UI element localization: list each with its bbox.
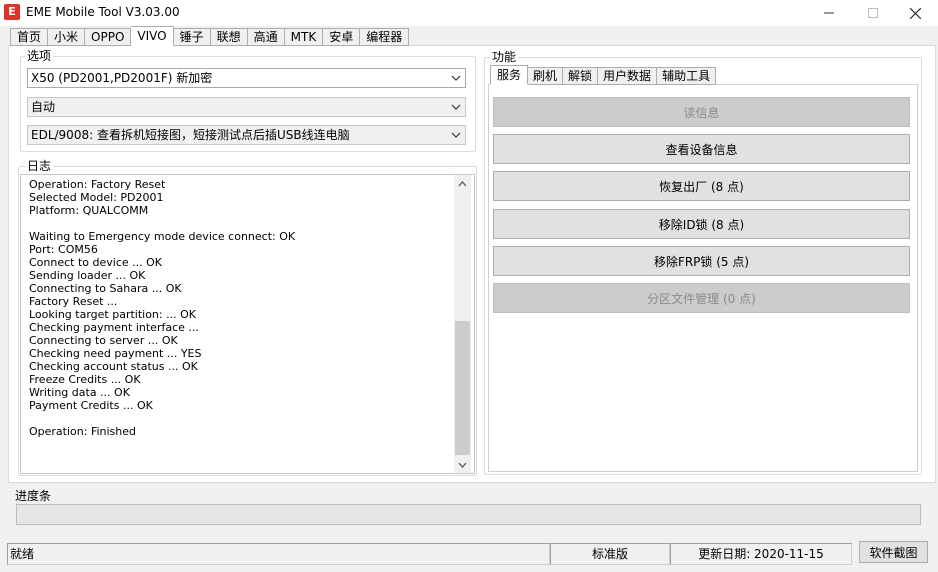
tab-smartisan[interactable]: 锤子 (173, 28, 211, 46)
maximize-button[interactable] (850, 0, 896, 26)
remove-id-lock-button[interactable]: 移除ID锁 (8 点) (493, 209, 910, 239)
status-update-date: 更新日期: 2020-11-15 (670, 543, 852, 565)
tab-vivo[interactable]: VIVO (131, 26, 174, 46)
log-scrollbar[interactable] (454, 175, 471, 473)
model-select-value: X50 (PD2001,PD2001F) 新加密 (31, 71, 213, 85)
view-device-info-button[interactable]: 查看设备信息 (493, 134, 910, 164)
app-logo-icon: E (4, 4, 20, 20)
remove-frp-lock-button[interactable]: 移除FRP锁 (5 点) (493, 246, 910, 276)
minimize-button[interactable] (806, 0, 852, 26)
scroll-thumb[interactable] (455, 321, 470, 455)
scroll-down-button[interactable] (454, 456, 471, 473)
partition-manager-button[interactable]: 分区文件管理 (0 点) (493, 283, 910, 313)
function-group-title: 功能 (490, 50, 519, 64)
status-edition: 标准版 (550, 543, 670, 565)
chevron-down-icon (451, 75, 461, 81)
chevron-down-icon (451, 132, 461, 138)
options-group-title: 选项 (25, 49, 54, 63)
read-info-button[interactable]: 读信息 (493, 97, 910, 127)
connection-select[interactable]: EDL/9008: 查看拆机短接图，短接测试点后插USB线连电脑 (27, 125, 466, 145)
tab-unlock[interactable]: 解锁 (563, 67, 599, 85)
tab-helper-tools[interactable]: 辅助工具 (657, 67, 717, 85)
chevron-down-icon (458, 462, 467, 468)
log-textarea[interactable]: Operation: Factory Reset Selected Model:… (20, 174, 475, 474)
model-select[interactable]: X50 (PD2001,PD2001F) 新加密 (27, 68, 466, 88)
top-tab-strip: 首页 小米 OPPO VIVO 锤子 联想 高通 MTK 安卓 编程器 (10, 26, 410, 46)
progress-label: 进度条 (15, 489, 52, 503)
chevron-down-icon (451, 104, 461, 110)
scroll-up-button[interactable] (454, 175, 471, 192)
progress-bar (16, 504, 921, 525)
tab-android[interactable]: 安卓 (323, 28, 361, 46)
log-text: Operation: Factory Reset Selected Model:… (29, 178, 296, 438)
function-tab-strip: 服务 刷机 解锁 用户数据 辅助工具 (490, 65, 717, 85)
window-title: EME Mobile Tool V3.03.00 (26, 5, 180, 19)
mode-select-value: 自动 (31, 100, 56, 114)
software-screenshot-button[interactable]: 软件截图 (859, 541, 928, 563)
maximize-icon (868, 8, 878, 18)
tab-service[interactable]: 服务 (490, 65, 529, 85)
tab-flash[interactable]: 刷机 (528, 67, 564, 85)
close-button[interactable] (892, 0, 938, 26)
tab-lenovo[interactable]: 联想 (210, 28, 248, 46)
tab-qualcomm[interactable]: 高通 (247, 28, 285, 46)
tab-home[interactable]: 首页 (10, 28, 49, 46)
tab-oppo[interactable]: OPPO (85, 28, 132, 46)
minimize-icon (824, 12, 834, 14)
tab-programmer[interactable]: 编程器 (360, 28, 410, 46)
tab-xiaomi[interactable]: 小米 (48, 28, 86, 46)
connection-select-value: EDL/9008: 查看拆机短接图，短接测试点后插USB线连电脑 (31, 128, 350, 142)
log-group-title: 日志 (25, 159, 54, 173)
factory-reset-button[interactable]: 恢复出厂 (8 点) (493, 171, 910, 201)
chevron-up-icon (458, 180, 467, 186)
mode-select[interactable]: 自动 (27, 97, 466, 117)
tab-user-data[interactable]: 用户数据 (598, 67, 658, 85)
status-text: 就绪 (7, 543, 550, 565)
close-icon (909, 7, 921, 19)
tab-mtk[interactable]: MTK (284, 28, 324, 46)
